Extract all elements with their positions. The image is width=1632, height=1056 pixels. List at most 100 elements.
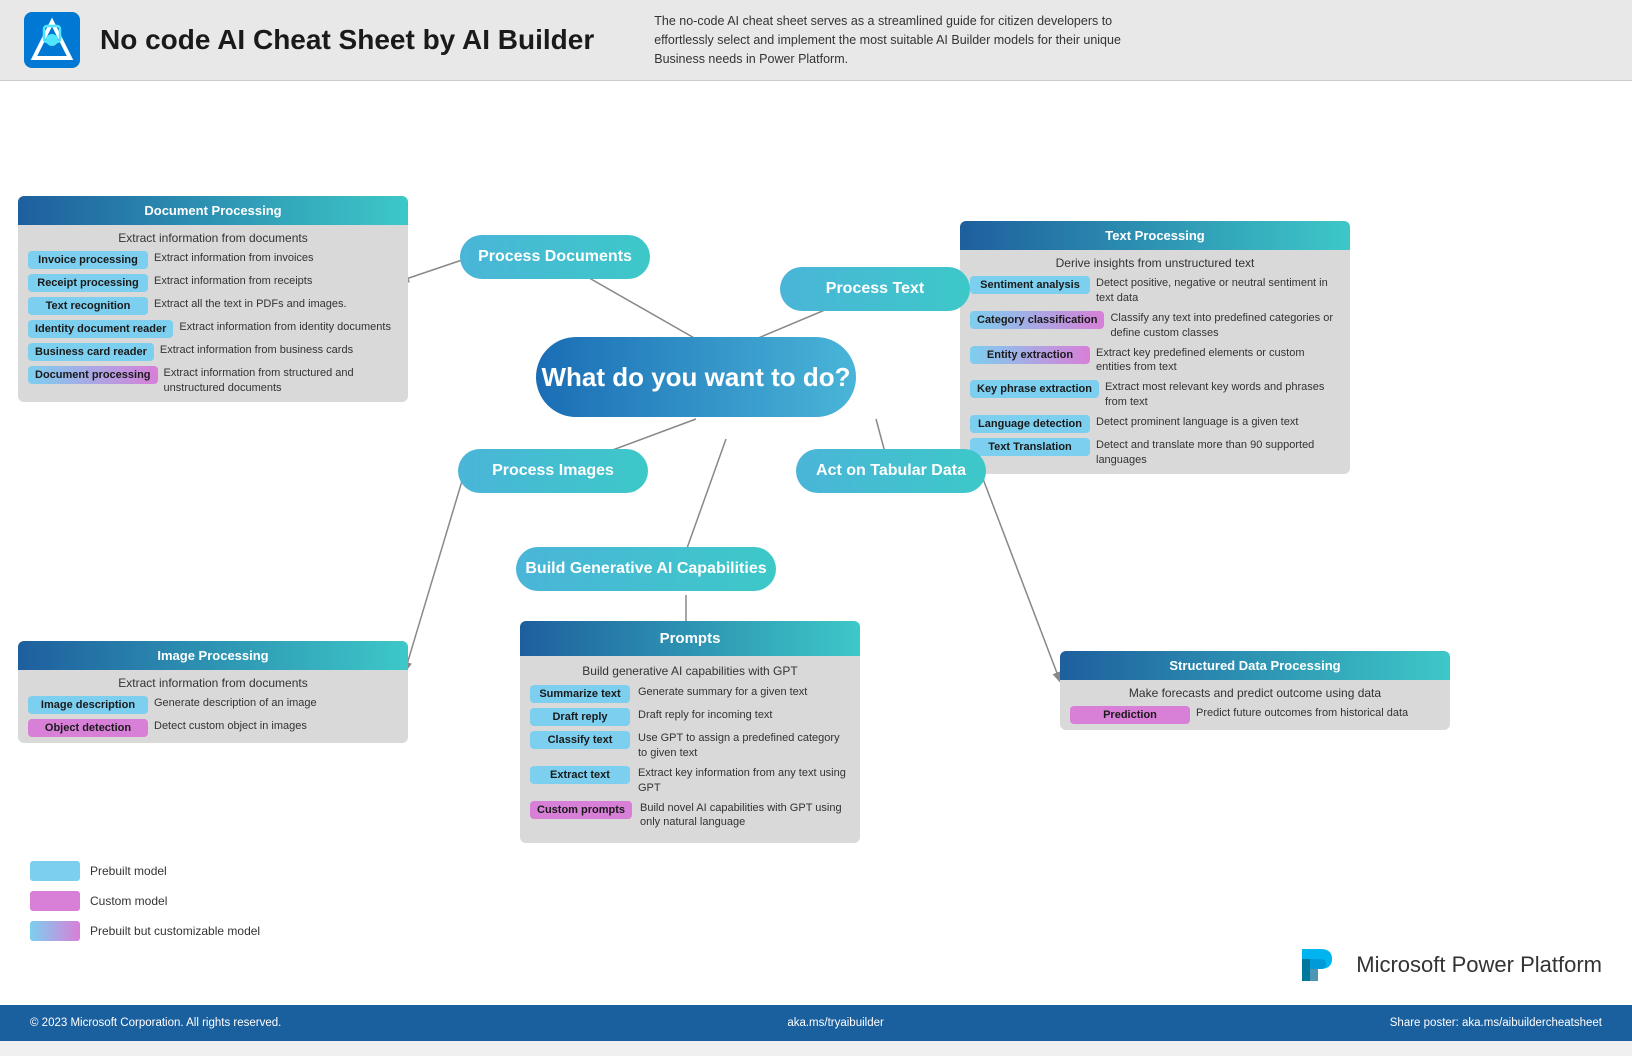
process-images-oval: Process Images: [458, 449, 648, 493]
prompts-header: Prompts: [520, 621, 860, 656]
doc-processing-header: Document Processing: [18, 196, 408, 225]
desc-category: Classify any text into predefined catego…: [1110, 311, 1340, 341]
tag-translate: Text Translation: [970, 438, 1090, 456]
page-title: No code AI Cheat Sheet by AI Builder: [100, 24, 594, 56]
desc-bizcard: Extract information from business cards: [160, 343, 353, 358]
legend: Prebuilt model Custom model Prebuilt but…: [30, 861, 260, 941]
tag-category: Category classification: [970, 311, 1104, 329]
tag-invoice: Invoice processing: [28, 251, 148, 269]
process-text-oval: Process Text: [780, 267, 970, 311]
desc-custom: Build novel AI capabilities with GPT usi…: [640, 801, 850, 831]
doc-processing-box: Document Processing Extract information …: [18, 196, 408, 402]
doc-row-3: Identity document reader Extract informa…: [28, 320, 398, 338]
footer-link[interactable]: aka.ms/tryaibuilder: [787, 1017, 884, 1029]
tag-imgdesc: Image description: [28, 696, 148, 714]
structured-data-header: Structured Data Processing: [1060, 651, 1450, 680]
tag-langdetect: Language detection: [970, 415, 1090, 433]
legend-item-blue: Prebuilt model: [30, 861, 260, 881]
desc-summarize: Generate summary for a given text: [638, 685, 807, 700]
doc-row-0: Invoice processing Extract information f…: [28, 251, 398, 269]
desc-textrecog: Extract all the text in PDFs and images.: [154, 297, 347, 312]
desc-identity: Extract information from identity docume…: [179, 320, 391, 335]
text-row-5: Text Translation Detect and translate mo…: [970, 438, 1340, 468]
image-processing-body: Extract information from documents Image…: [18, 670, 408, 743]
prompt-row-3: Extract text Extract key information fro…: [530, 766, 850, 796]
footer: © 2023 Microsoft Corporation. All rights…: [0, 1005, 1632, 1041]
prompts-box: Prompts Build generative AI capabilities…: [520, 621, 860, 843]
process-documents-oval: Process Documents: [460, 235, 650, 279]
text-row-2: Entity extraction Extract key predefined…: [970, 346, 1340, 376]
desc-receipt: Extract information from receipts: [154, 274, 312, 289]
tag-extract: Extract text: [530, 766, 630, 784]
tag-identity: Identity document reader: [28, 320, 173, 338]
desc-translate: Detect and translate more than 90 suppor…: [1096, 438, 1340, 468]
structured-data-rows: Prediction Predict future outcomes from …: [1070, 706, 1440, 724]
desc-classify: Use GPT to assign a predefined category …: [638, 731, 850, 761]
tag-docproc: Document processing: [28, 366, 158, 384]
text-row-4: Language detection Detect prominent lang…: [970, 415, 1340, 433]
desc-docproc: Extract information from structured and …: [164, 366, 398, 396]
legend-item-purple: Custom model: [30, 891, 260, 911]
footer-copyright: © 2023 Microsoft Corporation. All rights…: [30, 1017, 281, 1029]
img-row-1: Object detection Detect custom object in…: [28, 719, 398, 737]
build-gen-ai-oval: Build Generative AI Capabilities: [516, 547, 776, 591]
tag-objdetect: Object detection: [28, 719, 148, 737]
legend-label-gradient: Prebuilt but customizable model: [90, 924, 260, 938]
text-row-0: Sentiment analysis Detect positive, nega…: [970, 276, 1340, 306]
prompt-row-2: Classify text Use GPT to assign a predef…: [530, 731, 850, 761]
doc-row-2: Text recognition Extract all the text in…: [28, 297, 398, 315]
tag-keyphrase: Key phrase extraction: [970, 380, 1099, 398]
header: No code AI Cheat Sheet by AI Builder The…: [0, 0, 1632, 81]
prompt-row-4: Custom prompts Build novel AI capabiliti…: [530, 801, 850, 831]
structured-data-subtitle: Make forecasts and predict outcome using…: [1070, 686, 1440, 700]
pp-logo-area: Microsoft Power Platform: [1292, 939, 1602, 991]
prompts-subtitle: Build generative AI capabilities with GP…: [530, 664, 850, 678]
power-platform-icon: [1292, 939, 1344, 991]
text-processing-body: Derive insights from unstructured text S…: [960, 250, 1350, 473]
pp-logo-text: Microsoft Power Platform: [1356, 952, 1602, 978]
desc-draft: Draft reply for incoming text: [638, 708, 773, 723]
prompt-row-0: Summarize text Generate summary for a gi…: [530, 685, 850, 703]
struct-row-0: Prediction Predict future outcomes from …: [1070, 706, 1440, 724]
prompt-row-1: Draft reply Draft reply for incoming tex…: [530, 708, 850, 726]
header-description: The no-code AI cheat sheet serves as a s…: [654, 12, 1174, 68]
doc-processing-rows: Invoice processing Extract information f…: [28, 251, 398, 396]
desc-objdetect: Detect custom object in images: [154, 719, 307, 734]
image-processing-subtitle: Extract information from documents: [28, 676, 398, 690]
desc-invoice: Extract information from invoices: [154, 251, 314, 266]
doc-row-1: Receipt processing Extract information f…: [28, 274, 398, 292]
desc-langdetect: Detect prominent language is a given tex…: [1096, 415, 1298, 430]
prompts-body: Build generative AI capabilities with GP…: [520, 656, 860, 843]
tag-draft: Draft reply: [530, 708, 630, 726]
text-processing-rows: Sentiment analysis Detect positive, nega…: [970, 276, 1340, 467]
tag-textrecog: Text recognition: [28, 297, 148, 315]
legend-label-blue: Prebuilt model: [90, 864, 167, 878]
ai-builder-logo: [24, 12, 80, 68]
structured-data-body: Make forecasts and predict outcome using…: [1060, 680, 1450, 730]
doc-processing-body: Extract information from documents Invoi…: [18, 225, 408, 402]
desc-keyphrase: Extract most relevant key words and phra…: [1105, 380, 1340, 410]
img-row-0: Image description Generate description o…: [28, 696, 398, 714]
desc-imgdesc: Generate description of an image: [154, 696, 317, 711]
image-processing-box: Image Processing Extract information fro…: [18, 641, 408, 743]
desc-extract: Extract key information from any text us…: [638, 766, 850, 796]
legend-item-gradient: Prebuilt but customizable model: [30, 921, 260, 941]
desc-entity: Extract key predefined elements or custo…: [1096, 346, 1340, 376]
desc-prediction: Predict future outcomes from historical …: [1196, 706, 1408, 721]
structured-data-box: Structured Data Processing Make forecast…: [1060, 651, 1450, 730]
tag-classify: Classify text: [530, 731, 630, 749]
text-processing-subtitle: Derive insights from unstructured text: [970, 256, 1340, 270]
legend-swatch-blue: [30, 861, 80, 881]
act-tabular-oval: Act on Tabular Data: [796, 449, 986, 493]
text-processing-header: Text Processing: [960, 221, 1350, 250]
main-oval: What do you want to do?: [536, 337, 856, 417]
legend-swatch-purple: [30, 891, 80, 911]
text-processing-box: Text Processing Derive insights from uns…: [960, 221, 1350, 473]
desc-sentiment: Detect positive, negative or neutral sen…: [1096, 276, 1340, 306]
tag-sentiment: Sentiment analysis: [970, 276, 1090, 294]
main-content: Document Processing Extract information …: [0, 81, 1632, 1041]
image-processing-header: Image Processing: [18, 641, 408, 670]
image-processing-rows: Image description Generate description o…: [28, 696, 398, 737]
doc-row-4: Business card reader Extract information…: [28, 343, 398, 361]
text-row-1: Category classification Classify any tex…: [970, 311, 1340, 341]
